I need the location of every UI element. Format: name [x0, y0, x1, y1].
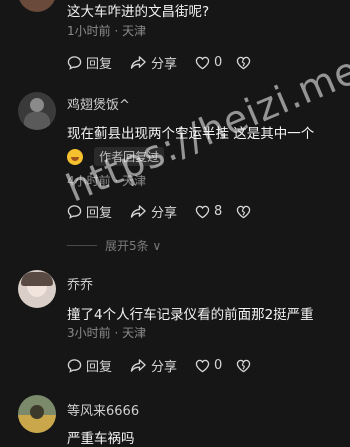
reply-button[interactable]: 回复	[67, 53, 112, 72]
heart-icon	[195, 359, 210, 372]
heart-icon	[195, 56, 210, 69]
comment-meta: 4小时前 · 天津	[67, 174, 147, 188]
comment-text: 严重车祸吗	[67, 431, 135, 447]
comment-author[interactable]: 等风来6666	[67, 400, 139, 419]
broken-heart-icon	[237, 56, 251, 69]
reply-icon	[67, 359, 82, 373]
reply-button[interactable]: 回复	[67, 356, 112, 375]
laughing-emoji-icon	[67, 148, 83, 165]
heart-icon	[195, 205, 210, 218]
reply-icon	[67, 205, 82, 219]
divider	[67, 245, 97, 246]
share-label: 分享	[151, 360, 178, 375]
comment-extras: 作者回复过	[67, 146, 165, 166]
dislike-button[interactable]	[236, 205, 255, 219]
avatar[interactable]	[18, 270, 56, 308]
comment-meta: 1小时前 · 天津	[67, 24, 147, 38]
comment-actions: 回复 分享 0	[67, 356, 273, 375]
comment-text: 现在蓟县出现两个空运半挂 这是其中一个	[67, 126, 315, 142]
share-button[interactable]: 分享	[130, 202, 177, 221]
author-replied-tag: 作者回复过	[94, 147, 165, 166]
expand-label: 展开5条 ∨	[105, 239, 162, 253]
avatar[interactable]	[18, 0, 56, 12]
reply-label: 回复	[86, 57, 113, 72]
share-button[interactable]: 分享	[130, 356, 177, 375]
reply-label: 回复	[86, 206, 113, 221]
comment-meta: 3小时前 · 天津	[67, 326, 147, 340]
comment-actions: 回复 分享 8	[67, 202, 273, 221]
expand-replies-button[interactable]: 展开5条 ∨	[67, 237, 161, 254]
broken-heart-icon	[237, 359, 251, 372]
share-icon	[130, 56, 146, 69]
avatar[interactable]	[18, 395, 56, 433]
comment-author[interactable]: 鸡翅煲饭^	[67, 94, 130, 113]
like-count: 0	[214, 358, 223, 373]
share-label: 分享	[151, 57, 178, 72]
share-icon	[130, 359, 146, 372]
comment-text: 这大车咋进的文昌街呢?	[67, 4, 210, 20]
dislike-button[interactable]	[236, 56, 255, 70]
reply-label: 回复	[86, 360, 113, 375]
share-label: 分享	[151, 206, 178, 221]
reply-button[interactable]: 回复	[67, 202, 112, 221]
avatar[interactable]	[18, 92, 56, 130]
broken-heart-icon	[237, 205, 251, 218]
comment-actions: 回复 分享 0	[67, 53, 273, 72]
like-button[interactable]: 0	[195, 358, 222, 373]
comment-author[interactable]: 乔乔	[67, 274, 93, 293]
like-count: 8	[214, 204, 223, 219]
share-button[interactable]: 分享	[130, 53, 177, 72]
reply-icon	[67, 56, 82, 70]
comment-text: 撞了4个人行车记录仪看的前面那2挺严重	[67, 307, 314, 323]
share-icon	[130, 205, 146, 218]
like-count: 0	[214, 55, 223, 70]
dislike-button[interactable]	[236, 359, 255, 373]
like-button[interactable]: 0	[195, 55, 222, 70]
like-button[interactable]: 8	[195, 204, 222, 219]
